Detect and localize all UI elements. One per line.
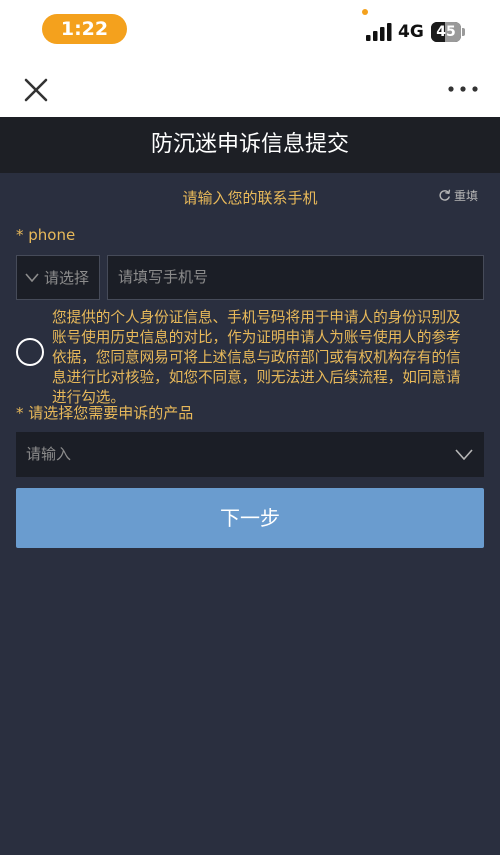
chevron-down-icon	[455, 449, 473, 460]
network-type: 4G	[398, 22, 424, 42]
chevron-down-icon	[25, 273, 39, 282]
country-select-label: 请选择	[44, 269, 90, 287]
more-horizontal-icon[interactable]	[446, 82, 480, 96]
phone-input[interactable]: 请填写手机号	[107, 255, 484, 300]
cellular-signal-icon	[366, 23, 392, 41]
battery-level: 45	[436, 24, 456, 40]
refresh-icon	[439, 189, 451, 201]
title-bar: 防沉迷申诉信息提交	[0, 117, 500, 173]
next-step-button[interactable]: 下一步	[16, 488, 484, 548]
battery-icon: 45	[431, 22, 465, 42]
status-bar: 1:22 4G 45	[0, 0, 500, 60]
product-select-placeholder: 请输入	[26, 445, 72, 463]
consent-line: 依据，您同意网易可将上述信息与政府部门或有权机构存有的信	[52, 349, 461, 366]
product-label: * 请选择您需要申诉的产品	[16, 404, 194, 422]
consent-text: 您提供的个人身份证信息、手机号码将用于申请人的身份识别及 账号使用历史信息的对比…	[52, 308, 484, 408]
status-time: 1:22	[42, 14, 127, 44]
consent-line: 账号使用历史信息的对比，作为证明申请人为账号使用人的参考	[52, 329, 461, 346]
reset-button[interactable]: 重填	[438, 185, 478, 205]
reset-label: 重填	[454, 188, 479, 203]
product-select[interactable]: 请输入	[16, 432, 484, 477]
consent-line: 息进行比对核验，如您不同意，则无法进入后续流程，如同意请	[52, 369, 461, 386]
close-icon[interactable]	[20, 74, 52, 106]
privacy-indicator-dot	[362, 9, 368, 15]
consent-line: 您提供的个人身份证信息、手机号码将用于申请人的身份识别及	[52, 309, 461, 326]
country-code-select[interactable]: 请选择	[16, 255, 100, 300]
instruction-text: 请输入您的联系手机	[182, 189, 318, 207]
nav-bar	[0, 60, 500, 117]
page-title: 防沉迷申诉信息提交	[150, 132, 349, 157]
consent-radio[interactable]	[16, 338, 44, 366]
phone-label: * phone	[16, 226, 76, 244]
